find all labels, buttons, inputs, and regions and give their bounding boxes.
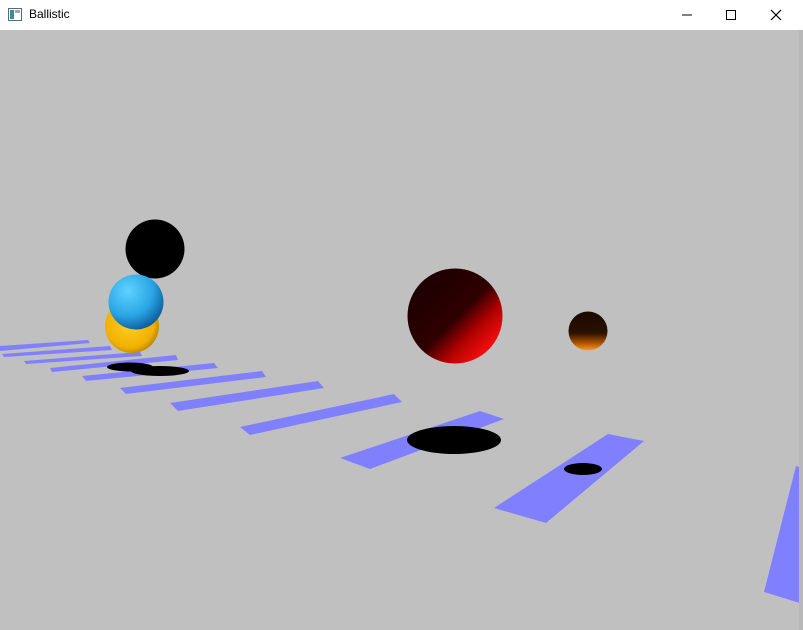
minimize-button[interactable]: [664, 0, 710, 30]
close-icon: [770, 9, 782, 21]
window-edge: [799, 30, 803, 630]
shadow-cyan-sphere: [131, 366, 189, 376]
maximize-button[interactable]: [708, 0, 754, 30]
window-title: Ballistic: [29, 7, 70, 21]
shadow-red-sphere: [407, 426, 501, 454]
window-app-icon: [8, 8, 22, 21]
maximize-icon: [726, 10, 736, 20]
spheres: [105, 219, 608, 364]
orange-sphere: [568, 311, 608, 351]
ground-tile: [764, 466, 803, 604]
cyan-sphere: [108, 274, 164, 330]
ground-tile: [494, 434, 644, 523]
title-bar[interactable]: Ballistic: [0, 0, 803, 30]
black-sphere: [125, 219, 185, 279]
app-window: Ballistic: [0, 0, 803, 630]
minimize-icon: [682, 14, 692, 16]
red-sphere: [407, 268, 503, 364]
ground-tiles: [0, 340, 803, 604]
scene-canvas: [0, 30, 803, 630]
close-button[interactable]: [753, 0, 799, 30]
3d-viewport[interactable]: [0, 30, 803, 630]
shadow-orange-sphere: [564, 463, 602, 475]
ground-tile: [240, 394, 402, 435]
